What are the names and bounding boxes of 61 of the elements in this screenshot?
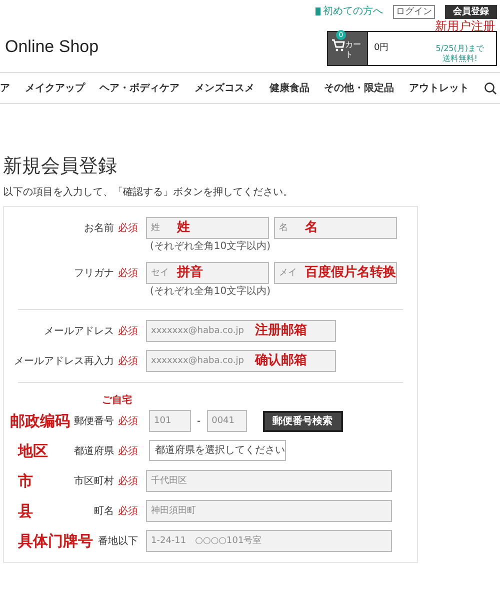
register-button[interactable]: 会員登録: [445, 4, 497, 18]
field-label: メールアドレス: [44, 324, 114, 338]
annotation-label: 名: [305, 219, 318, 237]
field-label: 都道府県: [74, 444, 114, 458]
field-label: お名前: [84, 222, 114, 236]
required-label: 必須: [118, 222, 138, 236]
annotation-label: 邮政编码: [10, 410, 70, 432]
text-field[interactable]: セイ 拼音: [146, 262, 269, 284]
instruction-text: 以下の項目を入力して、「確認する」ボタンを押してください。: [3, 186, 294, 200]
prefecture-select[interactable]: 都道府県を選択してください: [149, 440, 286, 461]
field-label: 番地以下: [98, 534, 138, 548]
cart-amount: 0円: [374, 42, 389, 55]
field-label: 市区町村: [74, 474, 114, 488]
nav-item[interactable]: その他・限定品: [324, 80, 394, 96]
hint-text: (それぞれ全角10文字以内): [149, 240, 272, 254]
nav-item[interactable]: アウトレット: [409, 80, 470, 96]
required-label: 必須: [118, 324, 138, 338]
required-label: 必須: [118, 266, 138, 280]
text-field[interactable]: 名 名: [274, 217, 397, 239]
login-button[interactable]: ログイン: [393, 4, 435, 18]
annotation-label: 确认邮箱: [255, 352, 307, 370]
field-label: 郵便番号: [74, 414, 114, 428]
field-label: 町名: [94, 504, 114, 518]
field-label: フリガナ: [74, 266, 114, 280]
nav-item[interactable]: ア: [0, 80, 10, 96]
required-label: 必須: [118, 474, 138, 488]
shipping-promo-text: 5/25(月)まで: [436, 44, 484, 54]
section-heading: ご自宅: [102, 393, 133, 408]
nav-item[interactable]: 健康食品: [269, 80, 310, 96]
text-field[interactable]: 姓 姓: [146, 217, 269, 239]
cart-label: カート: [345, 40, 362, 60]
cart-icon: [331, 38, 345, 52]
required-label: 必須: [118, 504, 138, 518]
postal-search-button[interactable]: 郵便番号検索: [262, 410, 343, 432]
annotation-label: 具体门牌号: [18, 530, 93, 552]
annotation-label: 百度假片名转换: [305, 264, 396, 282]
page-title: 新規会員登録: [3, 154, 118, 178]
book-icon: [315, 7, 321, 16]
hint-text: (それぞれ全角10文字以内): [149, 284, 272, 299]
separator-text: -: [197, 414, 201, 428]
nav-item[interactable]: メイクアップ: [24, 80, 85, 96]
text-field[interactable]: xxxxxxx@haba.co.jp 注册邮箱: [146, 320, 336, 342]
search-icon[interactable]: [484, 82, 497, 94]
annotation-label: 县: [18, 500, 33, 522]
required-label: 必須: [118, 444, 138, 458]
required-label: 必須: [118, 354, 138, 368]
field-label: メールアドレス再入力: [14, 354, 114, 368]
annotation-label: 地区: [18, 440, 48, 462]
text-field[interactable]: メイ 百度假片名转换: [274, 262, 397, 284]
annotation-label: 拼音: [177, 264, 203, 282]
annotation-label: 注册邮箱: [255, 322, 307, 340]
nav-item[interactable]: ヘア・ボディケア: [100, 80, 180, 96]
text-field[interactable]: xxxxxxx@haba.co.jp 确认邮箱: [146, 350, 336, 372]
shop-logo: Online Shop: [5, 36, 99, 58]
annotation-label: 新用户注册: [435, 20, 495, 32]
nav-item[interactable]: メンズコスメ: [194, 80, 255, 96]
annotation-label: 姓: [177, 219, 190, 237]
shipping-promo-text: 送料無料!: [442, 54, 478, 64]
annotation-label: 市: [18, 470, 33, 492]
required-label: 必須: [118, 414, 138, 428]
first-time-link[interactable]: 初めての方へ: [315, 4, 383, 19]
